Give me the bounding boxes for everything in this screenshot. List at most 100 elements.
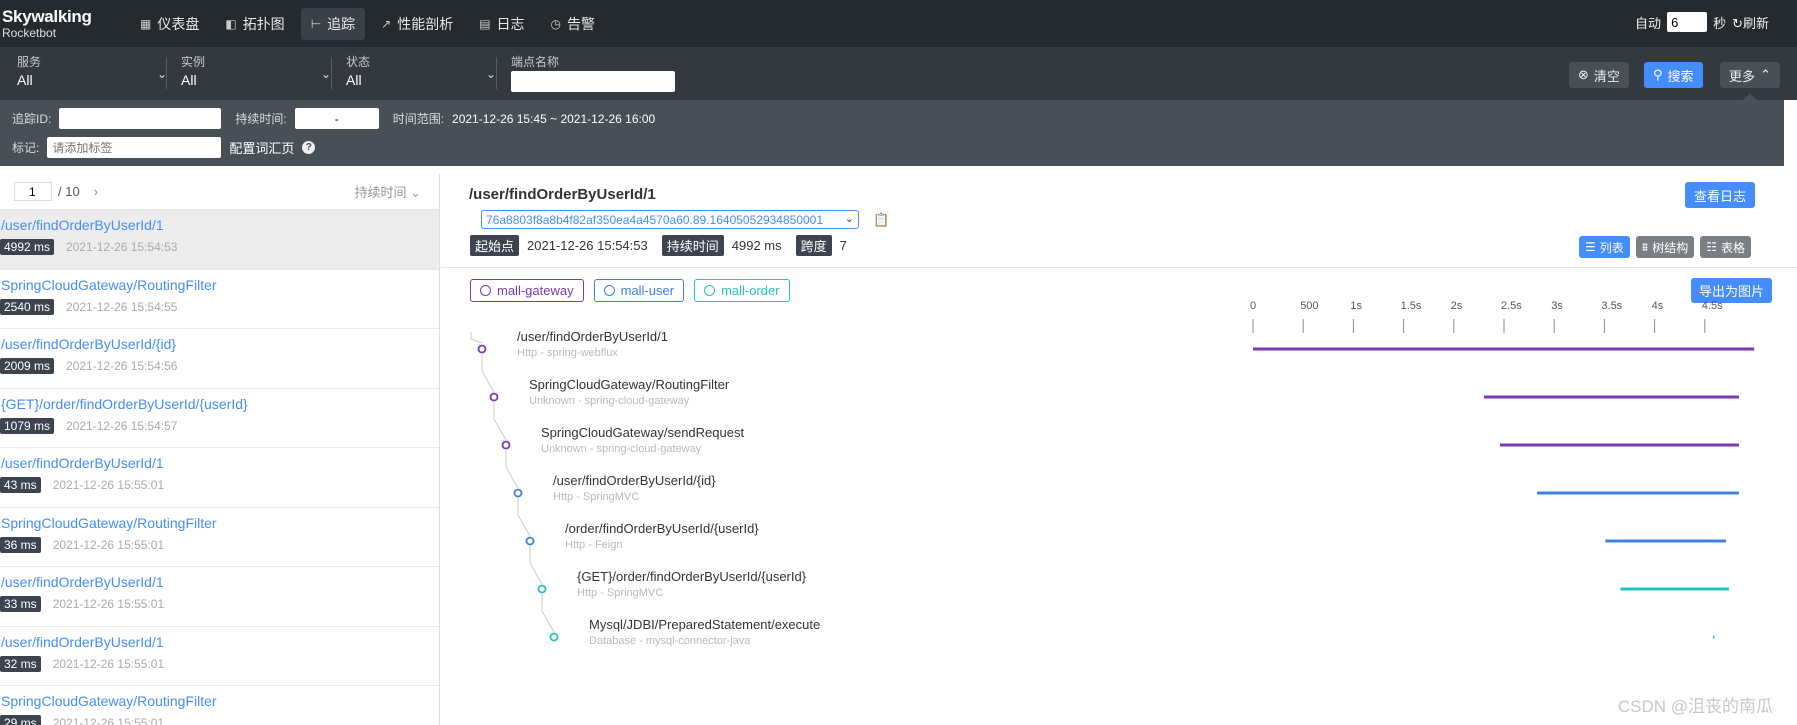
copy-icon[interactable]: 📋: [873, 212, 889, 228]
trace-detail-panel: /user/findOrderByUserId/1 76a8803f8a8b4f…: [441, 174, 1797, 725]
trace-name[interactable]: SpringCloudGateway/RoutingFilter: [0, 277, 439, 293]
view-tab-1[interactable]: ⩩ 树结构: [1635, 236, 1695, 258]
service-select[interactable]: 服务 All ⌄: [17, 53, 167, 93]
trace-time: 2021-12-26 15:54:55: [66, 299, 178, 314]
nav-item-5[interactable]: ◷ 告警: [541, 8, 605, 40]
trace-list-item[interactable]: SpringCloudGateway/RoutingFilter 2540 ms 2…: [0, 270, 439, 329]
logo-text: Skywalking: [2, 7, 92, 26]
status-label: 状态: [346, 55, 371, 69]
span-name[interactable]: SpringCloudGateway/sendRequest: [541, 425, 744, 440]
trace-list-item[interactable]: {GET}/order/findOrderByUserId/{userId} 10…: [0, 389, 439, 448]
trace-list: /user/findOrderByUserId/1 4992 ms 2021-12-…: [0, 210, 439, 725]
unit-label: 秒: [1713, 15, 1727, 31]
nav-item-3[interactable]: ↗ 性能剖析: [371, 8, 463, 40]
service-chip[interactable]: mall-order: [694, 279, 790, 302]
trace-meta: 32 ms 2021-12-26 15:55:01: [0, 655, 439, 672]
duration-badge: 36 ms: [0, 536, 41, 553]
trace-list-item[interactable]: /user/findOrderByUserId/1 32 ms 2021-12-26…: [0, 627, 439, 686]
chevron-down-icon: ⌄: [320, 67, 331, 81]
nav-item-4[interactable]: ▤ 日志: [469, 8, 534, 40]
span-node[interactable]: [537, 584, 547, 594]
span-node[interactable]: [501, 440, 511, 450]
trace-list-item[interactable]: /user/findOrderByUserId/1 43 ms 2021-12-26…: [0, 448, 439, 508]
service-name: mall-order: [721, 283, 780, 298]
sort-select[interactable]: 持续时间 ⌄: [354, 182, 421, 201]
chevron-down-icon: ⌄: [485, 67, 496, 81]
divider: [331, 57, 332, 89]
span-node[interactable]: [525, 536, 535, 546]
trace-name[interactable]: /user/findOrderByUserId/{id}: [0, 336, 439, 352]
trace-list-item[interactable]: SpringCloudGateway/RoutingFilter 29 ms 202…: [0, 686, 439, 725]
axis-tick-label: 1s: [1350, 300, 1363, 312]
instance-select[interactable]: 实例 All ⌄: [181, 53, 331, 93]
start-tag: 起始点: [470, 235, 520, 256]
trace-list-item[interactable]: /user/findOrderByUserId/1 4992 ms 2021-12-…: [0, 210, 439, 270]
time-range-label: 时间范围:: [392, 112, 445, 126]
trace-title: /user/findOrderByUserId/1: [469, 186, 656, 203]
next-page-icon[interactable]: ›: [94, 184, 98, 199]
endpoint-input[interactable]: [511, 71, 675, 92]
service-chip[interactable]: mall-user: [593, 279, 685, 302]
watermark: CSDN @沮丧的南瓜: [1617, 697, 1773, 716]
trace-name[interactable]: /user/findOrderByUserId/1: [0, 217, 439, 233]
service-chip[interactable]: mall-gateway: [470, 279, 584, 302]
trace-id-label: 追踪ID:: [12, 112, 52, 126]
trace-list-item[interactable]: /user/findOrderByUserId/{id} 2009 ms 2021-…: [0, 329, 439, 389]
span-node[interactable]: [513, 488, 523, 498]
view-tab-2[interactable]: ☷ 表格: [1700, 236, 1751, 258]
trace-id-input[interactable]: [59, 108, 222, 129]
axis-tick-label: 0: [1250, 300, 1257, 312]
logo[interactable]: Skywalking Rocketbot: [0, 8, 120, 39]
duration-label: 持续时间:: [235, 112, 287, 126]
trace-meta: 36 ms 2021-12-26 15:55:01: [0, 536, 439, 553]
duration-input[interactable]: [294, 108, 379, 129]
status-select[interactable]: 状态 All ⌄: [346, 53, 496, 93]
trace-name[interactable]: SpringCloudGateway/RoutingFilter: [0, 693, 439, 709]
span-name[interactable]: /order/findOrderByUserId/{userId}: [565, 521, 759, 536]
search-button[interactable]: ⚲ 搜索: [1644, 62, 1703, 88]
trace-name[interactable]: SpringCloudGateway/RoutingFilter: [0, 515, 439, 531]
axis-tick-label: 2s: [1450, 300, 1463, 312]
trace-name[interactable]: /user/findOrderByUserId/1: [0, 455, 439, 471]
span-name[interactable]: /user/findOrderByUserId/1: [517, 329, 668, 344]
trace-list-item[interactable]: /user/findOrderByUserId/1 33 ms 2021-12-26…: [0, 567, 439, 627]
page-input[interactable]: [14, 182, 52, 201]
config-vocab-link[interactable]: 配置词汇页: [229, 138, 294, 157]
trace-meta: 1079 ms 2021-12-26 15:54:57: [0, 417, 439, 434]
time-range-value[interactable]: 2021-12-26 15:45 ~ 2021-12-26 16:00: [452, 112, 655, 126]
nav-item-0[interactable]: ▦ 仪表盘: [130, 8, 209, 40]
trace-name[interactable]: {GET}/order/findOrderByUserId/{userId}: [0, 396, 439, 412]
span-name[interactable]: {GET}/order/findOrderByUserId/{userId}: [577, 569, 806, 584]
trace-icon: ⊢: [310, 16, 322, 31]
duration-tag: 持续时间: [661, 235, 724, 256]
nav-item-1[interactable]: ◧ 拓扑图: [215, 8, 294, 40]
auto-label: 自动: [1635, 15, 1662, 31]
span-name[interactable]: Mysql/JDBI/PreparedStatement/execute: [589, 617, 820, 632]
main-nav: ▦ 仪表盘 ◧ 拓扑图 ⊢ 追踪 ↗ 性能剖析 ▤ 日志 ◷ 告警: [130, 7, 605, 40]
trace-name[interactable]: /user/findOrderByUserId/1: [0, 634, 439, 650]
dashboard-icon: ▦: [140, 16, 152, 31]
trace-id-select[interactable]: 76a8803f8a8b4f82af350ea4a4570a60.89.1640…: [481, 210, 859, 229]
span-name[interactable]: /user/findOrderByUserId/{id}: [553, 473, 716, 488]
span-node[interactable]: [549, 632, 559, 642]
more-button[interactable]: 更多 ⌃: [1720, 62, 1780, 88]
help-icon[interactable]: ?: [302, 141, 316, 154]
refresh-button[interactable]: ↻刷新: [1732, 13, 1769, 32]
refresh-interval-input[interactable]: [1667, 12, 1708, 32]
span-component: Http - SpringMVC: [553, 491, 640, 503]
view-log-button[interactable]: 查看日志: [1685, 182, 1756, 208]
trace-name[interactable]: /user/findOrderByUserId/1: [0, 574, 439, 590]
nav-item-2[interactable]: ⊢ 追踪: [300, 7, 366, 40]
trace-meta: 33 ms 2021-12-26 15:55:01: [0, 596, 439, 612]
trace-time: 2021-12-26 15:55:01: [52, 716, 165, 725]
span-value: 7: [839, 238, 847, 253]
clear-button[interactable]: ⊗ 清空: [1569, 62, 1629, 88]
view-tab-0[interactable]: ☰ 列表: [1579, 236, 1630, 258]
span-node[interactable]: [489, 392, 499, 402]
tags-input[interactable]: [47, 137, 222, 158]
trace-list-item[interactable]: SpringCloudGateway/RoutingFilter 36 ms 202…: [0, 508, 439, 567]
span-node[interactable]: [477, 344, 487, 354]
span-name[interactable]: SpringCloudGateway/RoutingFilter: [529, 377, 729, 392]
profile-icon: ↗: [381, 16, 392, 31]
trace-meta: 29 ms 2021-12-26 15:55:01: [0, 715, 439, 725]
